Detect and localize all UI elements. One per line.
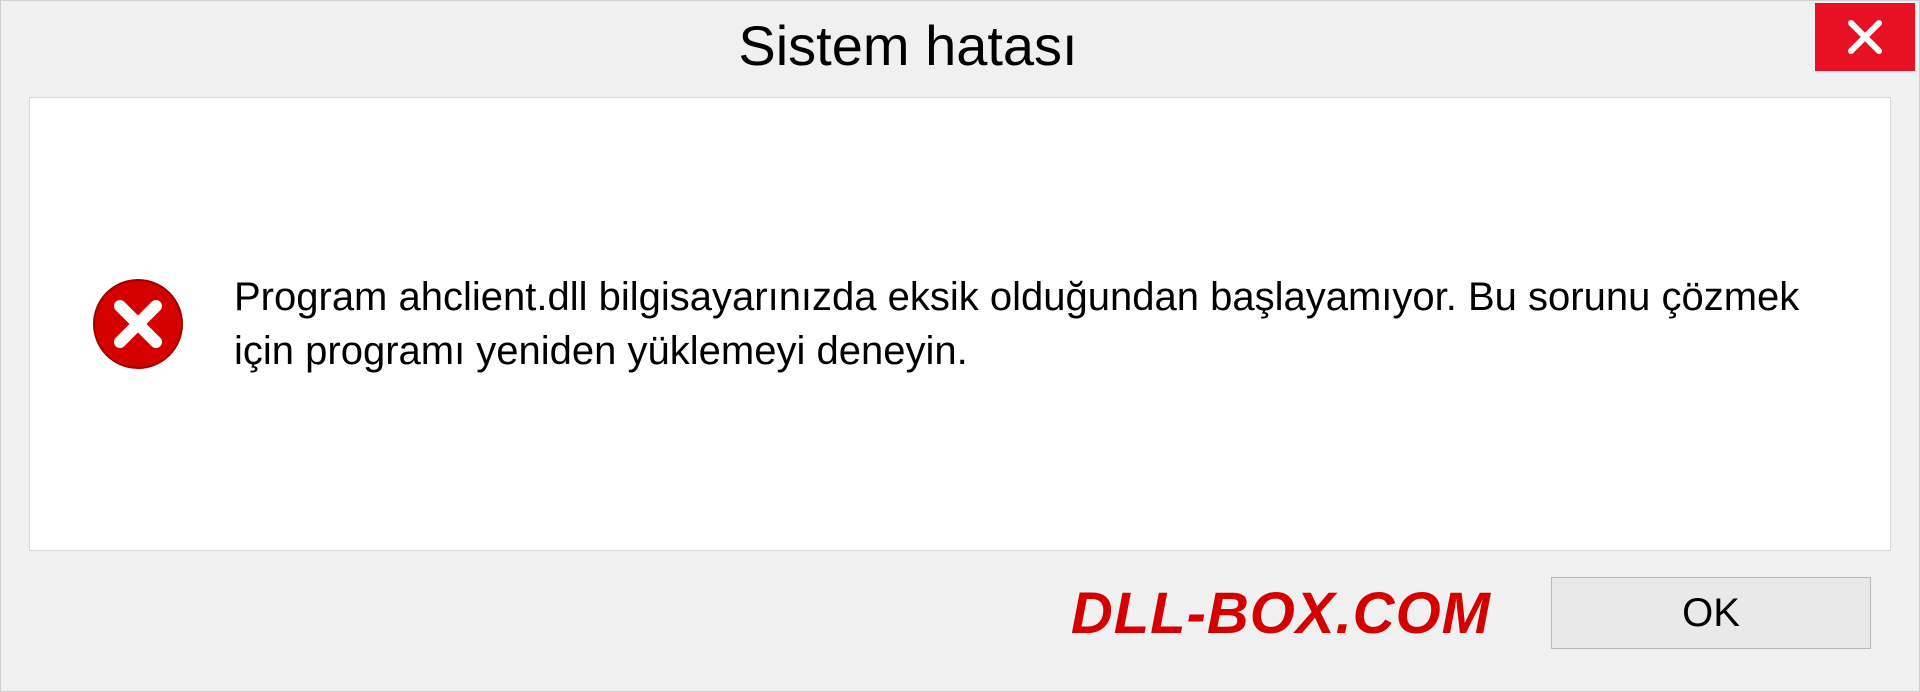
error-dialog: Sistem hatası Program ahclient.dll bilgi…: [0, 0, 1920, 692]
titlebar: Sistem hatası: [1, 1, 1919, 89]
close-icon: [1845, 17, 1885, 57]
close-button[interactable]: [1815, 3, 1915, 71]
error-message: Program ahclient.dll bilgisayarınızda ek…: [234, 270, 1830, 378]
ok-button[interactable]: OK: [1551, 577, 1871, 649]
dialog-title: Sistem hatası: [1, 1, 1815, 78]
watermark-text: DLL-BOX.COM: [1071, 580, 1491, 647]
content-panel: Program ahclient.dll bilgisayarınızda ek…: [29, 97, 1891, 551]
error-icon: [90, 276, 186, 372]
dialog-footer: DLL-BOX.COM OK: [1, 571, 1919, 691]
